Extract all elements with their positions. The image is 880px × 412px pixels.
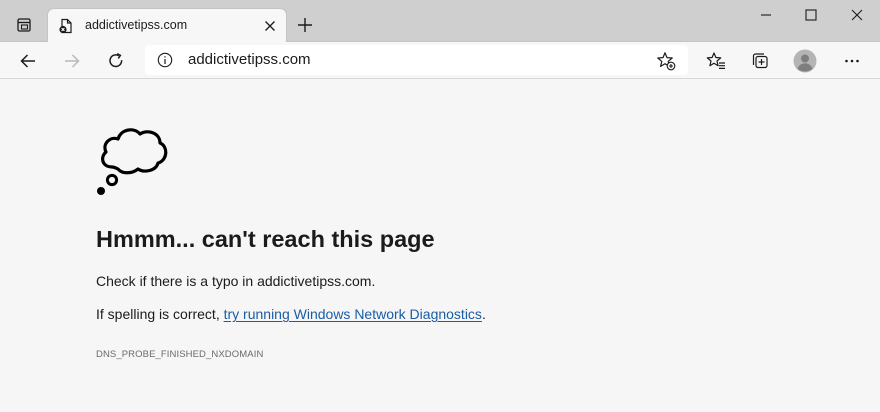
star-add-icon	[657, 52, 676, 71]
close-window-button[interactable]	[834, 0, 880, 30]
error-page: Hmmm... can't reach this page Check if t…	[0, 80, 880, 412]
tab-title: addictivetipss.com	[85, 18, 188, 32]
error-heading: Hmmm... can't reach this page	[96, 226, 435, 252]
typo-hint: Check if there is a typo in addictivetip…	[96, 273, 376, 289]
info-icon[interactable]	[157, 52, 173, 68]
new-tab-button[interactable]	[292, 12, 318, 38]
more-button[interactable]	[837, 46, 867, 75]
profile-icon	[793, 49, 817, 72]
tab-actions-button[interactable]	[11, 12, 37, 38]
back-button[interactable]	[13, 46, 43, 75]
tab-active[interactable]: addictivetipss.com	[47, 8, 287, 42]
more-icon	[845, 59, 859, 62]
tab-close-button[interactable]	[262, 18, 278, 34]
minimize-button[interactable]	[743, 0, 789, 30]
thought-cloud-icon	[94, 123, 170, 197]
forward-button[interactable]	[57, 46, 87, 75]
error-code: DNS_PROBE_FINISHED_NXDOMAIN	[96, 349, 264, 360]
collections-button[interactable]	[745, 46, 775, 75]
collections-icon	[752, 52, 768, 68]
spelling-prefix: If spelling is correct,	[96, 306, 224, 322]
spelling-hint: If spelling is correct, try running Wind…	[96, 306, 486, 322]
maximize-button[interactable]	[788, 0, 834, 30]
address-text[interactable]: addictivetipss.com	[188, 51, 311, 68]
error-page-icon	[58, 18, 74, 34]
network-diagnostics-link[interactable]: try running Windows Network Diagnostics	[224, 306, 482, 322]
back-arrow-icon	[20, 53, 35, 68]
add-favorite-button[interactable]	[656, 51, 676, 71]
forward-arrow-icon	[65, 53, 80, 68]
address-bar[interactable]: addictivetipss.com	[145, 45, 688, 75]
spelling-suffix: .	[481, 306, 486, 322]
toolbar: addictivetipss.com	[0, 42, 880, 79]
plus-icon	[298, 18, 312, 32]
refresh-icon	[109, 52, 123, 67]
profile-button[interactable]	[790, 46, 820, 75]
favorites-icon	[706, 51, 725, 69]
maximize-icon	[805, 9, 817, 21]
favorites-button[interactable]	[701, 46, 731, 75]
tab-actions-icon	[17, 18, 31, 32]
minimize-icon	[761, 14, 771, 16]
tab-strip: addictivetipss.com	[0, 0, 880, 42]
refresh-button[interactable]	[101, 46, 131, 75]
close-icon	[265, 21, 275, 31]
close-icon	[851, 9, 863, 21]
